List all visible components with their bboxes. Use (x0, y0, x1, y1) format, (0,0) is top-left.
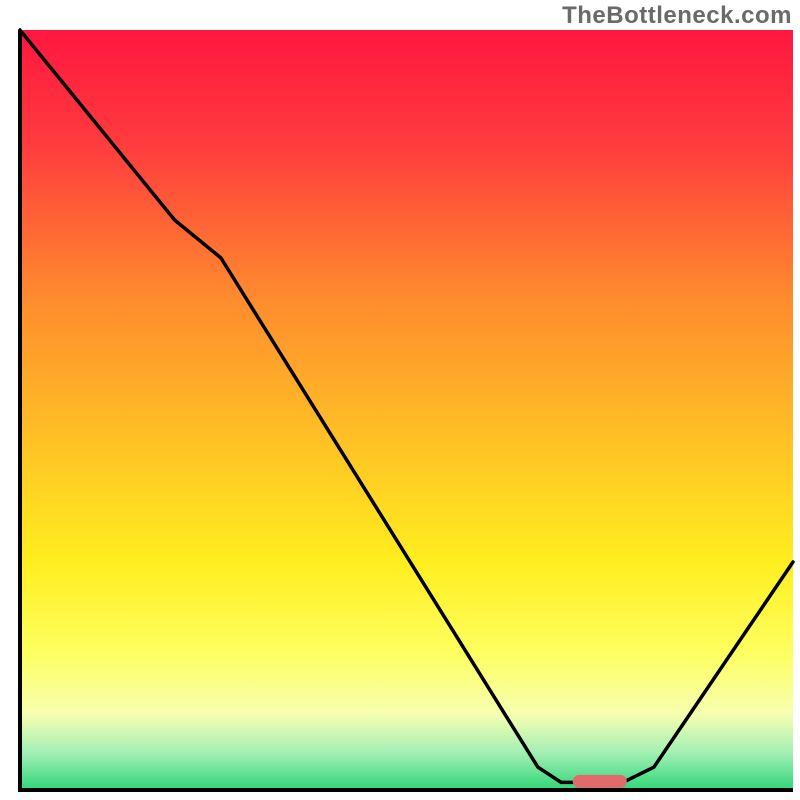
watermark-text: TheBottleneck.com (562, 2, 792, 30)
bottleneck-chart (0, 0, 800, 800)
optimal-range-marker (573, 775, 627, 788)
chart-container: TheBottleneck.com (0, 0, 800, 800)
chart-background (20, 30, 793, 790)
